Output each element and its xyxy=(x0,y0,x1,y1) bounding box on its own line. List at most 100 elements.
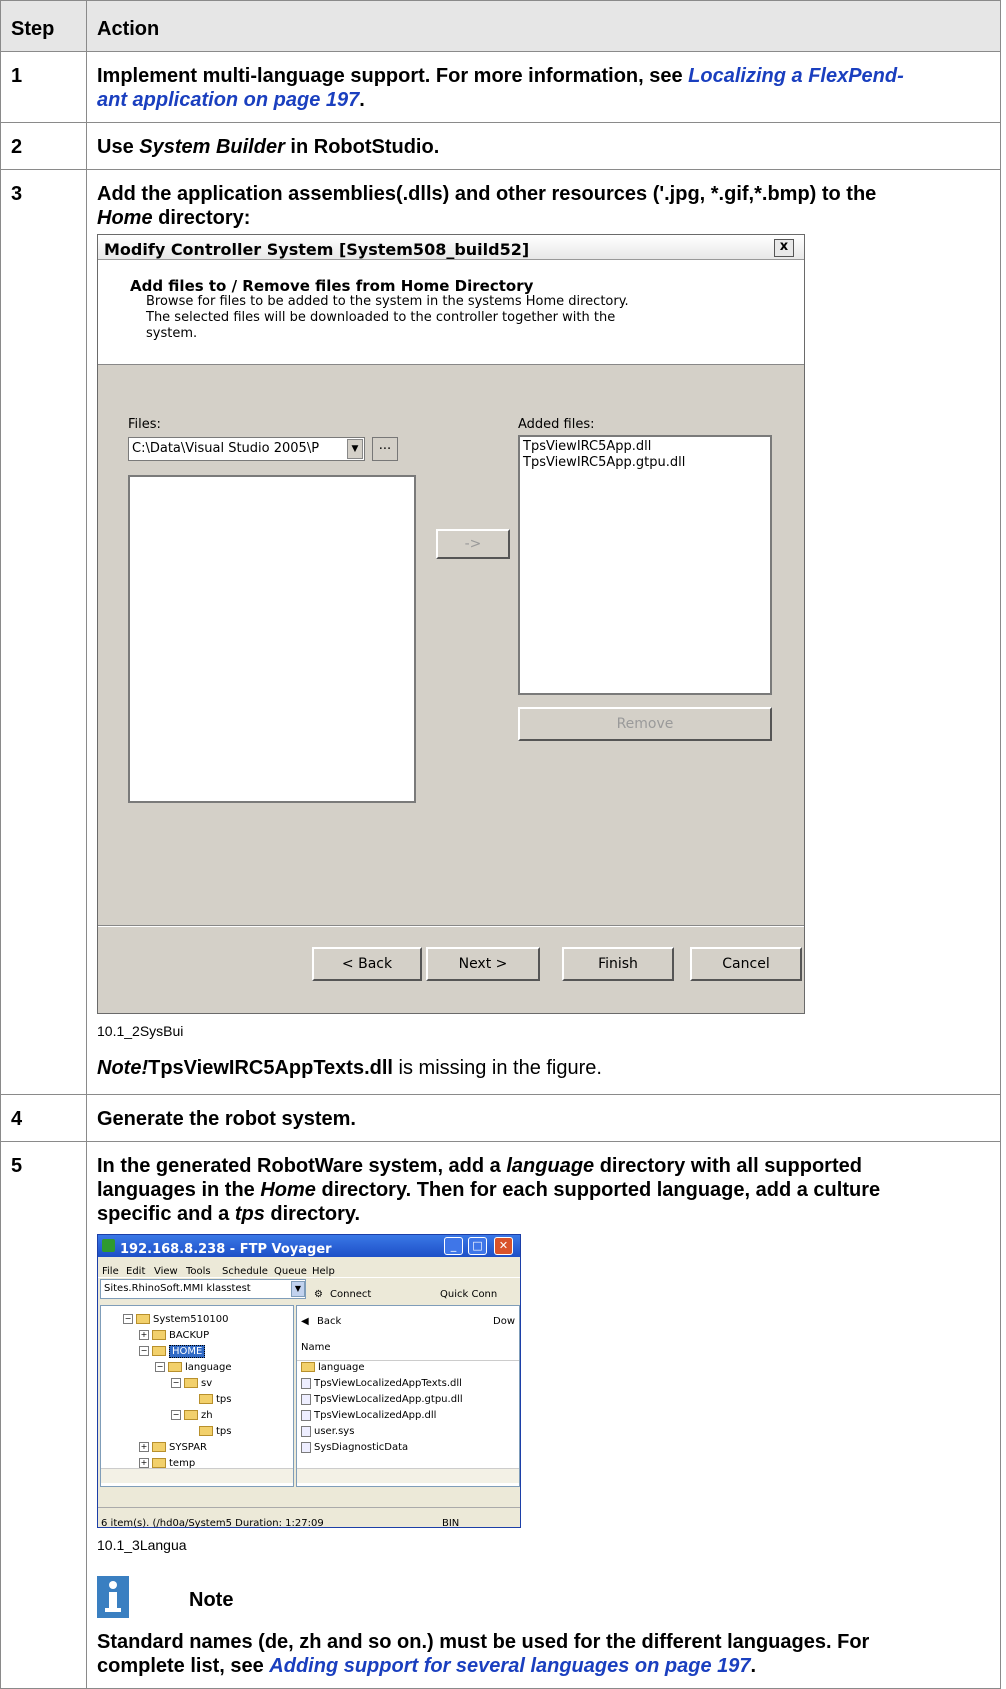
step-number: 1 xyxy=(0,51,87,123)
status-bar: 6 item(s). (/hd0a/System5 Duration: 1:27… xyxy=(98,1507,520,1529)
table-row: 1 Implement multi-language support. For … xyxy=(0,51,1001,123)
steps-table: Step Action 1 Implement multi-language s… xyxy=(0,0,1001,1689)
info-icon xyxy=(97,1576,129,1618)
note-bold: TpsViewIRC5AppTexts.dll xyxy=(148,1057,393,1079)
step-text: In the generated RobotWare system, add a… xyxy=(97,1154,992,1226)
note-italic: Note! xyxy=(97,1057,149,1079)
step-number: 2 xyxy=(0,122,87,170)
note-rest: is missing in the figure. xyxy=(392,1057,602,1079)
dialog-header: Add files to / Remove files from Home Di… xyxy=(98,260,804,365)
table-row: 4 Generate the robot system. xyxy=(0,1094,1001,1142)
dialog-title: Modify Controller System [System508_buil… xyxy=(104,240,530,259)
adding-support-link[interactable]: Adding support for several languages on … xyxy=(269,1655,750,1677)
step-action: Implement multi-language support. For mo… xyxy=(86,51,1001,123)
remove-button[interactable]: Remove xyxy=(518,707,772,741)
added-files-list[interactable]: TpsViewIRC5App.dll TpsViewIRC5App.gtpu.d… xyxy=(518,435,772,695)
connect-icon: ⚙ xyxy=(314,1289,323,1300)
step-text-end: . xyxy=(359,89,365,111)
desc-line: Browse for files to be added to the syst… xyxy=(146,294,629,309)
ftp-voyager-window: 192.168.8.238 - FTP Voyager _ □ ✕ File E… xyxy=(97,1234,521,1529)
minimize-icon[interactable]: _ xyxy=(444,1237,463,1255)
note-text: Standard names (de, zh and so on.) must … xyxy=(97,1630,992,1678)
chevron-down-icon[interactable]: ▼ xyxy=(347,439,363,459)
list-item[interactable]: TpsViewIRC5App.gtpu.dll xyxy=(523,455,767,471)
note-line-end: . xyxy=(750,1655,757,1677)
file-list-pane: ◀ Back Dow Name language TpsViewLocalize… xyxy=(296,1305,520,1487)
site-combo[interactable]: Sites.RhinoSoft.MMI klasstest xyxy=(100,1279,306,1299)
finish-button[interactable]: Finish xyxy=(562,947,674,981)
note-title: Note xyxy=(189,1589,234,1611)
step-text-line: Add the application assemblies(.dlls) an… xyxy=(97,183,877,205)
figure-note: Note!TpsViewIRC5AppTexts.dll is missing … xyxy=(97,1056,992,1080)
cancel-button[interactable]: Cancel xyxy=(690,947,802,981)
step-text-part: directory. xyxy=(264,1203,361,1225)
add-file-button[interactable]: -> xyxy=(436,529,510,559)
close-icon[interactable]: x xyxy=(774,239,794,257)
step-italic: language xyxy=(506,1155,595,1177)
step-number: 4 xyxy=(0,1094,87,1142)
close-icon[interactable]: ✕ xyxy=(494,1237,513,1255)
step-text-part: In the generated RobotWare system, add a xyxy=(97,1155,507,1177)
back-icon: ◀ xyxy=(301,1316,309,1327)
step-italic: Home xyxy=(260,1179,316,1201)
next-button[interactable]: Next > xyxy=(426,947,540,981)
file-scrollbar[interactable] xyxy=(297,1468,519,1483)
step-text-part: specific and a xyxy=(97,1203,235,1225)
modify-controller-dialog: Modify Controller System [System508_buil… xyxy=(97,234,805,1014)
tree-scrollbar[interactable] xyxy=(101,1468,293,1483)
note-box: Note xyxy=(97,1570,992,1630)
files-label: Files: xyxy=(128,417,161,432)
dialog-titlebar: Modify Controller System [System508_buil… xyxy=(98,235,804,260)
list-item[interactable]: SysDiagnosticData xyxy=(301,1436,408,1460)
status-text: 6 item(s). (/hd0a/System5 Duration: 1:27… xyxy=(101,1518,324,1529)
step-text-part: directory. Then for each supported langu… xyxy=(315,1179,881,1201)
localizing-link[interactable]: Localizing a FlexPend- xyxy=(688,65,904,87)
step-text-end: in RobotStudio. xyxy=(284,136,440,158)
maximize-icon[interactable]: □ xyxy=(468,1237,487,1255)
quick-conn-button[interactable]: Quick Conn xyxy=(440,1283,497,1307)
desc-line: The selected files will be downloaded to… xyxy=(146,310,616,325)
status-mode: BIN xyxy=(442,1518,460,1529)
files-combo[interactable]: C:\Data\Visual Studio 2005\P xyxy=(128,437,365,461)
figure-caption: 10.1_2SysBui xyxy=(97,1023,184,1039)
step-action: Use System Builder in RobotStudio. xyxy=(86,122,1001,170)
step-text-part: languages in the xyxy=(97,1179,261,1201)
table-header-row: Step Action xyxy=(0,0,1001,52)
step-text: Add the application assemblies(.dlls) an… xyxy=(97,182,992,230)
dialog-description: Browse for files to be added to the syst… xyxy=(146,294,706,342)
table-row: 3 Add the application assemblies(.dlls) … xyxy=(0,169,1001,1095)
step-number: 5 xyxy=(0,1141,87,1689)
step-italic: System Builder xyxy=(139,136,285,158)
desc-line: system. xyxy=(146,326,198,341)
header-step: Step xyxy=(0,0,87,52)
folder-tree: − System510100 + BACKUP − HOME − language − s… xyxy=(100,1305,294,1487)
step-action: In the generated RobotWare system, add a… xyxy=(86,1141,1001,1689)
connect-button[interactable]: Connect xyxy=(330,1283,371,1307)
step-italic: Home xyxy=(97,207,153,229)
step-text: Implement multi-language support. For mo… xyxy=(97,65,689,87)
list-item[interactable]: TpsViewIRC5App.dll xyxy=(523,439,767,455)
added-files-label: Added files: xyxy=(518,417,595,432)
download-button[interactable]: Dow xyxy=(493,1310,515,1334)
step-text-part: directory with all supported xyxy=(594,1155,862,1177)
localizing-link-cont[interactable]: ant application on page 197 xyxy=(97,89,359,111)
step-italic: tps xyxy=(234,1203,265,1225)
dialog-separator xyxy=(98,925,804,927)
note-line: Standard names (de, zh and so on.) must … xyxy=(97,1631,870,1653)
menu-bar: File Edit View Tools Schedule Queue Help xyxy=(98,1257,520,1277)
chevron-down-icon[interactable]: ▼ xyxy=(291,1281,305,1297)
step-action: Generate the robot system. xyxy=(86,1094,1001,1142)
step-action: Add the application assemblies(.dlls) an… xyxy=(86,169,1001,1095)
back-button[interactable]: Back xyxy=(317,1310,341,1334)
files-list[interactable] xyxy=(128,475,416,803)
browse-button[interactable]: ... xyxy=(372,437,398,461)
app-icon xyxy=(102,1239,115,1252)
step-text: Use xyxy=(97,136,140,158)
table-row: 5 In the generated RobotWare system, add… xyxy=(0,1141,1001,1689)
header-action: Action xyxy=(86,0,1001,52)
table-row: 2 Use System Builder in RobotStudio. xyxy=(0,122,1001,170)
step-text-end: directory: xyxy=(152,207,251,229)
step-number: 3 xyxy=(0,169,87,1095)
back-button[interactable]: < Back xyxy=(312,947,422,981)
figure-caption: 10.1_3Langua xyxy=(97,1537,187,1553)
